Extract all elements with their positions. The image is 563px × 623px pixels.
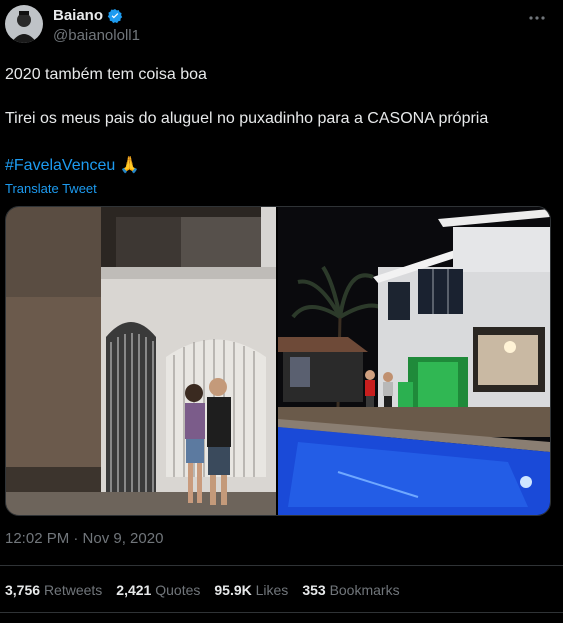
stat-value: 95.9K [214,582,252,598]
stat-label: Bookmarks [329,582,400,598]
tweet-stats: 3,756 Retweets 2,421 Quotes 95.9K Likes … [5,582,400,598]
stat-quotes[interactable]: 2,421 Quotes [116,582,200,598]
author-handle[interactable]: @baianololl1 [53,27,140,44]
stat-value: 2,421 [116,582,152,598]
hashtag-link[interactable]: #FavelaVenceu [5,157,115,174]
author-display-name[interactable]: Baiano [53,7,103,24]
tweet-timestamp[interactable]: 12:02 PM · Nov 9, 2020 [5,530,163,547]
more-options-icon[interactable] [525,6,549,30]
tweet-text-line-1: 2020 também tem coisa boa [5,66,207,83]
tweet-header: Baiano @baianololl1 [0,0,563,50]
praying-hands-emoji: 🙏 [119,157,140,174]
divider [0,565,563,566]
divider [0,612,563,613]
avatar[interactable] [5,5,43,43]
photo-old-house[interactable] [6,207,276,515]
stat-label: Likes [255,582,289,598]
stat-label: Quotes [155,582,201,598]
tweet-text-line-2: Tirei os meus pais do aluguel no puxadin… [5,110,489,127]
stat-likes[interactable]: 95.9K Likes [214,582,288,598]
stat-label: Retweets [43,582,103,598]
translate-tweet-link[interactable]: Translate Tweet [5,181,97,196]
stat-value: 353 [302,582,326,598]
tweet-media [5,206,551,516]
stat-bookmarks[interactable]: 353 Bookmarks [302,582,399,598]
verified-badge-icon [107,8,123,23]
stat-retweets[interactable]: 3,756 Retweets [5,582,102,598]
stat-value: 3,756 [5,582,41,598]
tweet-hashtag-line: #FavelaVenceu 🙏 [5,156,140,176]
photo-mansion-pool[interactable] [278,207,550,515]
avatar-image [5,5,43,43]
